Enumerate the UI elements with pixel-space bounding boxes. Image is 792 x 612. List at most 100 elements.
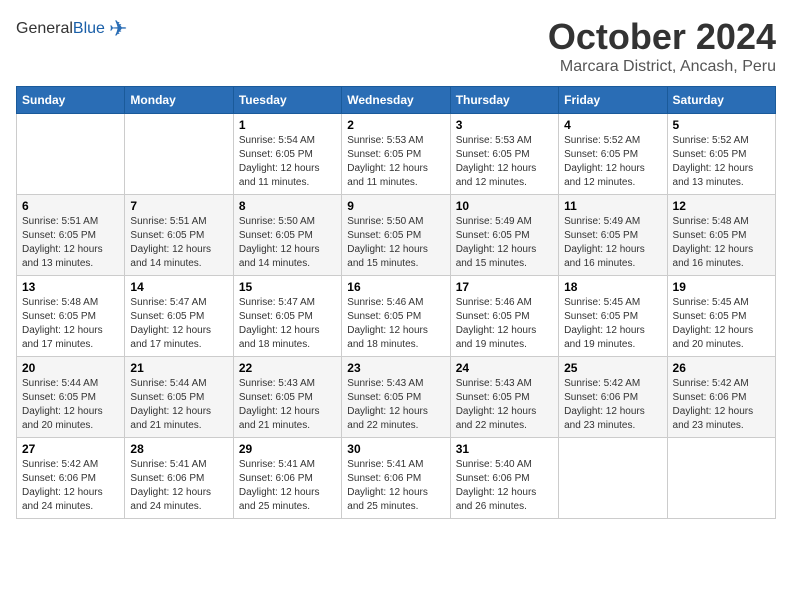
day-number: 11 — [564, 199, 661, 213]
day-detail: Sunrise: 5:41 AM Sunset: 6:06 PM Dayligh… — [347, 458, 444, 514]
day-number: 17 — [456, 280, 553, 294]
calendar-cell: 29 Sunrise: 5:41 AM Sunset: 6:06 PM Dayli… — [233, 438, 341, 519]
calendar-cell: 6Sunrise: 5:51 AM Sunset: 6:05 PM Daylig… — [17, 195, 125, 276]
calendar-week-row: 13 Sunrise: 5:48 AM Sunset: 6:05 PM Dayli… — [17, 276, 776, 357]
calendar-cell — [125, 114, 233, 195]
day-detail: Sunrise: 5:42 AM Sunset: 6:06 PM Dayligh… — [564, 377, 661, 433]
day-detail: Sunrise: 5:54 AM Sunset: 6:05 PM Dayligh… — [239, 134, 336, 190]
day-detail: Sunrise: 5:47 AM Sunset: 6:05 PM Dayligh… — [130, 296, 227, 352]
page-header: GeneralBlue ✈ October 2024 Marcara Distr… — [16, 16, 776, 76]
logo-bird-icon: ✈ — [109, 16, 127, 42]
calendar-cell: 11 Sunrise: 5:49 AM Sunset: 6:05 PM Dayli… — [559, 195, 667, 276]
day-number: 15 — [239, 280, 336, 294]
calendar-week-row: 1 Sunrise: 5:54 AM Sunset: 6:05 PM Daylig… — [17, 114, 776, 195]
calendar-cell: 20 Sunrise: 5:44 AM Sunset: 6:05 PM Dayli… — [17, 357, 125, 438]
calendar-cell: 14 Sunrise: 5:47 AM Sunset: 6:05 PM Dayli… — [125, 276, 233, 357]
day-detail: Sunrise: 5:52 AM Sunset: 6:05 PM Dayligh… — [673, 134, 770, 190]
day-number: 19 — [673, 280, 770, 294]
calendar-cell: 10Sunrise: 5:49 AM Sunset: 6:05 PM Dayli… — [450, 195, 558, 276]
day-detail: Sunrise: 5:46 AM Sunset: 6:05 PM Dayligh… — [347, 296, 444, 352]
column-header-friday: Friday — [559, 87, 667, 114]
day-number: 9 — [347, 199, 444, 213]
calendar-cell: 4Sunrise: 5:52 AM Sunset: 6:05 PM Daylig… — [559, 114, 667, 195]
column-header-saturday: Saturday — [667, 87, 775, 114]
day-detail: Sunrise: 5:52 AM Sunset: 6:05 PM Dayligh… — [564, 134, 661, 190]
calendar-subtitle: Marcara District, Ancash, Peru — [548, 58, 776, 76]
day-detail: Sunrise: 5:42 AM Sunset: 6:06 PM Dayligh… — [673, 377, 770, 433]
day-number: 13 — [22, 280, 119, 294]
day-number: 2 — [347, 118, 444, 132]
day-detail: Sunrise: 5:48 AM Sunset: 6:05 PM Dayligh… — [22, 296, 119, 352]
day-number: 22 — [239, 361, 336, 375]
day-number: 25 — [564, 361, 661, 375]
day-detail: Sunrise: 5:45 AM Sunset: 6:05 PM Dayligh… — [564, 296, 661, 352]
calendar-table: SundayMondayTuesdayWednesdayThursdayFrid… — [16, 86, 776, 519]
calendar-week-row: 27 Sunrise: 5:42 AM Sunset: 6:06 PM Dayli… — [17, 438, 776, 519]
logo-general-text: General — [16, 20, 73, 37]
calendar-cell: 25 Sunrise: 5:42 AM Sunset: 6:06 PM Dayli… — [559, 357, 667, 438]
day-number: 1 — [239, 118, 336, 132]
day-detail: Sunrise: 5:51 AM Sunset: 6:05 PM Dayligh… — [22, 215, 119, 271]
calendar-cell: 22 Sunrise: 5:43 AM Sunset: 6:05 PM Dayli… — [233, 357, 341, 438]
calendar-cell: 31 Sunrise: 5:40 AM Sunset: 6:06 PM Dayli… — [450, 438, 558, 519]
day-number: 5 — [673, 118, 770, 132]
calendar-cell: 24 Sunrise: 5:43 AM Sunset: 6:05 PM Dayli… — [450, 357, 558, 438]
calendar-cell: 5 Sunrise: 5:52 AM Sunset: 6:05 PM Daylig… — [667, 114, 775, 195]
day-detail: Sunrise: 5:47 AM Sunset: 6:05 PM Dayligh… — [239, 296, 336, 352]
calendar-cell: 7Sunrise: 5:51 AM Sunset: 6:05 PM Daylig… — [125, 195, 233, 276]
day-number: 12 — [673, 199, 770, 213]
day-number: 28 — [130, 442, 227, 456]
calendar-cell: 26 Sunrise: 5:42 AM Sunset: 6:06 PM Dayli… — [667, 357, 775, 438]
column-header-tuesday: Tuesday — [233, 87, 341, 114]
calendar-cell: 12 Sunrise: 5:48 AM Sunset: 6:05 PM Dayli… — [667, 195, 775, 276]
calendar-cell: 16 Sunrise: 5:46 AM Sunset: 6:05 PM Dayli… — [342, 276, 450, 357]
day-number: 14 — [130, 280, 227, 294]
day-detail: Sunrise: 5:42 AM Sunset: 6:06 PM Dayligh… — [22, 458, 119, 514]
calendar-cell: 13 Sunrise: 5:48 AM Sunset: 6:05 PM Dayli… — [17, 276, 125, 357]
day-number: 21 — [130, 361, 227, 375]
calendar-cell: 2 Sunrise: 5:53 AM Sunset: 6:05 PM Daylig… — [342, 114, 450, 195]
column-header-thursday: Thursday — [450, 87, 558, 114]
calendar-cell: 18Sunrise: 5:45 AM Sunset: 6:05 PM Dayli… — [559, 276, 667, 357]
day-detail: Sunrise: 5:43 AM Sunset: 6:05 PM Dayligh… — [456, 377, 553, 433]
logo-blue-text: Blue — [73, 20, 105, 37]
day-number: 23 — [347, 361, 444, 375]
day-detail: Sunrise: 5:46 AM Sunset: 6:05 PM Dayligh… — [456, 296, 553, 352]
calendar-cell: 21 Sunrise: 5:44 AM Sunset: 6:05 PM Dayli… — [125, 357, 233, 438]
day-detail: Sunrise: 5:41 AM Sunset: 6:06 PM Dayligh… — [130, 458, 227, 514]
calendar-week-row: 6Sunrise: 5:51 AM Sunset: 6:05 PM Daylig… — [17, 195, 776, 276]
column-header-monday: Monday — [125, 87, 233, 114]
day-detail: Sunrise: 5:40 AM Sunset: 6:06 PM Dayligh… — [456, 458, 553, 514]
day-detail: Sunrise: 5:41 AM Sunset: 6:06 PM Dayligh… — [239, 458, 336, 514]
logo: GeneralBlue ✈ — [16, 16, 127, 42]
column-header-wednesday: Wednesday — [342, 87, 450, 114]
calendar-week-row: 20 Sunrise: 5:44 AM Sunset: 6:05 PM Dayli… — [17, 357, 776, 438]
calendar-cell: 3Sunrise: 5:53 AM Sunset: 6:05 PM Daylig… — [450, 114, 558, 195]
day-detail: Sunrise: 5:44 AM Sunset: 6:05 PM Dayligh… — [22, 377, 119, 433]
day-number: 26 — [673, 361, 770, 375]
day-detail: Sunrise: 5:48 AM Sunset: 6:05 PM Dayligh… — [673, 215, 770, 271]
day-number: 24 — [456, 361, 553, 375]
day-number: 10 — [456, 199, 553, 213]
calendar-title: October 2024 — [548, 16, 776, 58]
day-number: 31 — [456, 442, 553, 456]
day-detail: Sunrise: 5:49 AM Sunset: 6:05 PM Dayligh… — [564, 215, 661, 271]
day-number: 27 — [22, 442, 119, 456]
day-number: 3 — [456, 118, 553, 132]
day-detail: Sunrise: 5:44 AM Sunset: 6:05 PM Dayligh… — [130, 377, 227, 433]
calendar-cell: 28 Sunrise: 5:41 AM Sunset: 6:06 PM Dayli… — [125, 438, 233, 519]
day-detail: Sunrise: 5:53 AM Sunset: 6:05 PM Dayligh… — [347, 134, 444, 190]
calendar-cell — [667, 438, 775, 519]
day-detail: Sunrise: 5:45 AM Sunset: 6:05 PM Dayligh… — [673, 296, 770, 352]
day-number: 7 — [130, 199, 227, 213]
title-section: October 2024 Marcara District, Ancash, P… — [548, 16, 776, 76]
day-number: 29 — [239, 442, 336, 456]
day-number: 16 — [347, 280, 444, 294]
calendar-cell: 15 Sunrise: 5:47 AM Sunset: 6:05 PM Dayli… — [233, 276, 341, 357]
column-header-sunday: Sunday — [17, 87, 125, 114]
calendar-cell: 27 Sunrise: 5:42 AM Sunset: 6:06 PM Dayli… — [17, 438, 125, 519]
day-detail: Sunrise: 5:43 AM Sunset: 6:05 PM Dayligh… — [239, 377, 336, 433]
calendar-cell — [559, 438, 667, 519]
day-number: 20 — [22, 361, 119, 375]
calendar-cell — [17, 114, 125, 195]
